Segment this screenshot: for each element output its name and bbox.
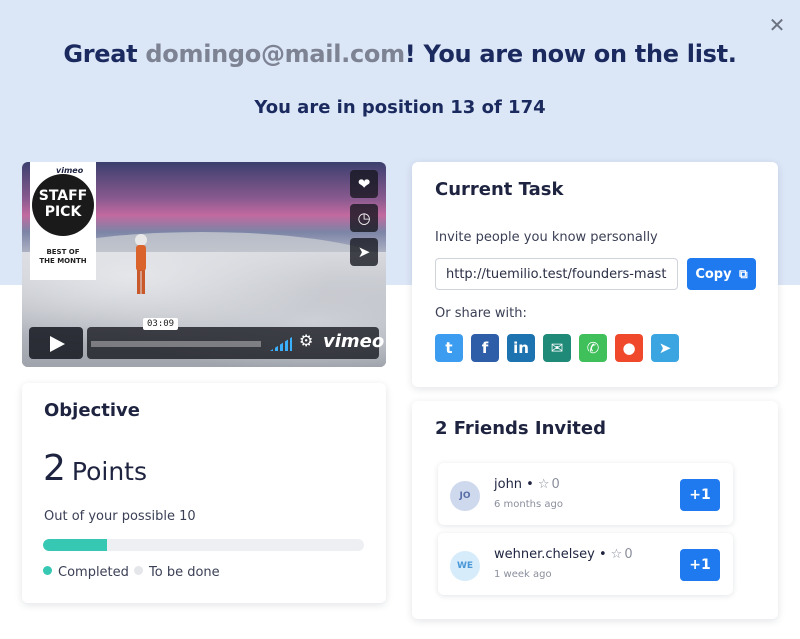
video-control-bar: 03:09 ⚙ vimeo xyxy=(87,318,384,359)
headline-prefix: Great xyxy=(63,40,146,68)
facebook-share-icon[interactable]: f xyxy=(471,334,499,362)
clock-icon[interactable]: ◷ xyxy=(350,204,378,232)
telegram-share-icon[interactable]: ➤ xyxy=(651,334,679,362)
friends-invited-title: 2 Friends Invited xyxy=(435,418,606,439)
invite-label: Invite people you know personally xyxy=(435,230,658,245)
copy-icon: ⧉ xyxy=(739,267,748,281)
todo-dot-icon xyxy=(134,566,143,575)
settings-gear-icon[interactable]: ⚙ xyxy=(299,331,313,350)
friend-score: 0 xyxy=(551,477,560,492)
friend-row: WE wehner.chelsey • ☆ 0 1 week ago +1 xyxy=(438,533,733,595)
video-time: 03:09 xyxy=(143,318,179,330)
legend-todo-label: To be done xyxy=(149,565,220,580)
user-email: domingo@mail.com xyxy=(145,40,405,68)
avatar: JO xyxy=(450,481,480,511)
volume-icon[interactable] xyxy=(270,337,292,351)
heart-icon[interactable]: ❤ xyxy=(350,170,378,198)
friend-name-line: john • ☆ 0 xyxy=(494,477,560,492)
copy-label: Copy xyxy=(695,267,732,282)
badge-seal: STAFF PICK xyxy=(32,174,94,236)
friend-score: 0 xyxy=(624,547,633,562)
page-title: Great domingo@mail.com! You are now on t… xyxy=(0,40,800,68)
possible-points-text: Out of your possible 10 xyxy=(44,509,196,524)
friend-name: john xyxy=(494,477,523,492)
badge-sub-line1: BEST OF xyxy=(46,248,80,256)
plus-one-button[interactable]: +1 xyxy=(680,549,720,581)
points-progress-bar xyxy=(43,539,364,551)
objective-title: Objective xyxy=(44,400,140,421)
plus-one-button[interactable]: +1 xyxy=(680,479,720,511)
badge-sub-line2: THE MONTH xyxy=(39,257,87,265)
star-icon: ☆ xyxy=(537,477,550,492)
play-button[interactable] xyxy=(29,327,83,359)
legend-completed-label: Completed xyxy=(58,565,129,580)
points-value: 2 xyxy=(43,448,66,489)
linkedin-share-icon[interactable]: in xyxy=(507,334,535,362)
twitter-share-icon[interactable]: t xyxy=(435,334,463,362)
points-unit: Points xyxy=(71,457,148,486)
legend-completed: Completed xyxy=(43,565,129,580)
friend-name-line: wehner.chelsey • ☆ 0 xyxy=(494,547,633,562)
video-progress-track[interactable] xyxy=(91,341,261,347)
friend-name: wehner.chelsey xyxy=(494,547,595,562)
copy-button[interactable]: Copy ⧉ xyxy=(687,258,756,290)
queue-position: You are in position 13 of 174 xyxy=(254,97,546,118)
avatar: WE xyxy=(450,551,480,581)
legend-todo: To be done xyxy=(134,565,220,580)
email-share-icon[interactable]: ✉ xyxy=(543,334,571,362)
headline-suffix: ! You are now on the list. xyxy=(404,40,737,68)
whatsapp-share-icon[interactable]: ✆ xyxy=(579,334,607,362)
current-task-title: Current Task xyxy=(435,179,564,200)
vimeo-logo[interactable]: vimeo xyxy=(323,331,384,352)
progress-fill xyxy=(43,539,108,551)
share-label: Or share with: xyxy=(435,306,527,321)
send-icon[interactable]: ➤ xyxy=(350,238,378,266)
video-controls: 03:09 ⚙ vimeo xyxy=(29,318,384,359)
badge-title-line1: STAFF xyxy=(38,188,88,204)
close-icon[interactable]: ✕ xyxy=(766,14,788,36)
astronaut-figure xyxy=(135,234,147,294)
friend-joined-ago: 6 months ago xyxy=(494,499,563,510)
badge-title-line2: PICK xyxy=(44,204,82,220)
points-display: 2 Points xyxy=(43,448,147,489)
completed-dot-icon xyxy=(43,566,52,575)
friend-joined-ago: 1 week ago xyxy=(494,569,552,580)
star-icon: ☆ xyxy=(610,547,623,562)
referral-url-input[interactable] xyxy=(435,258,678,290)
staff-pick-badge: vimeo STAFF PICK BEST OF THE MONTH xyxy=(30,162,96,280)
reddit-share-icon[interactable]: ● xyxy=(615,334,643,362)
friend-row: JO john • ☆ 0 6 months ago +1 xyxy=(438,463,733,525)
badge-subtitle: BEST OF THE MONTH xyxy=(30,248,96,266)
